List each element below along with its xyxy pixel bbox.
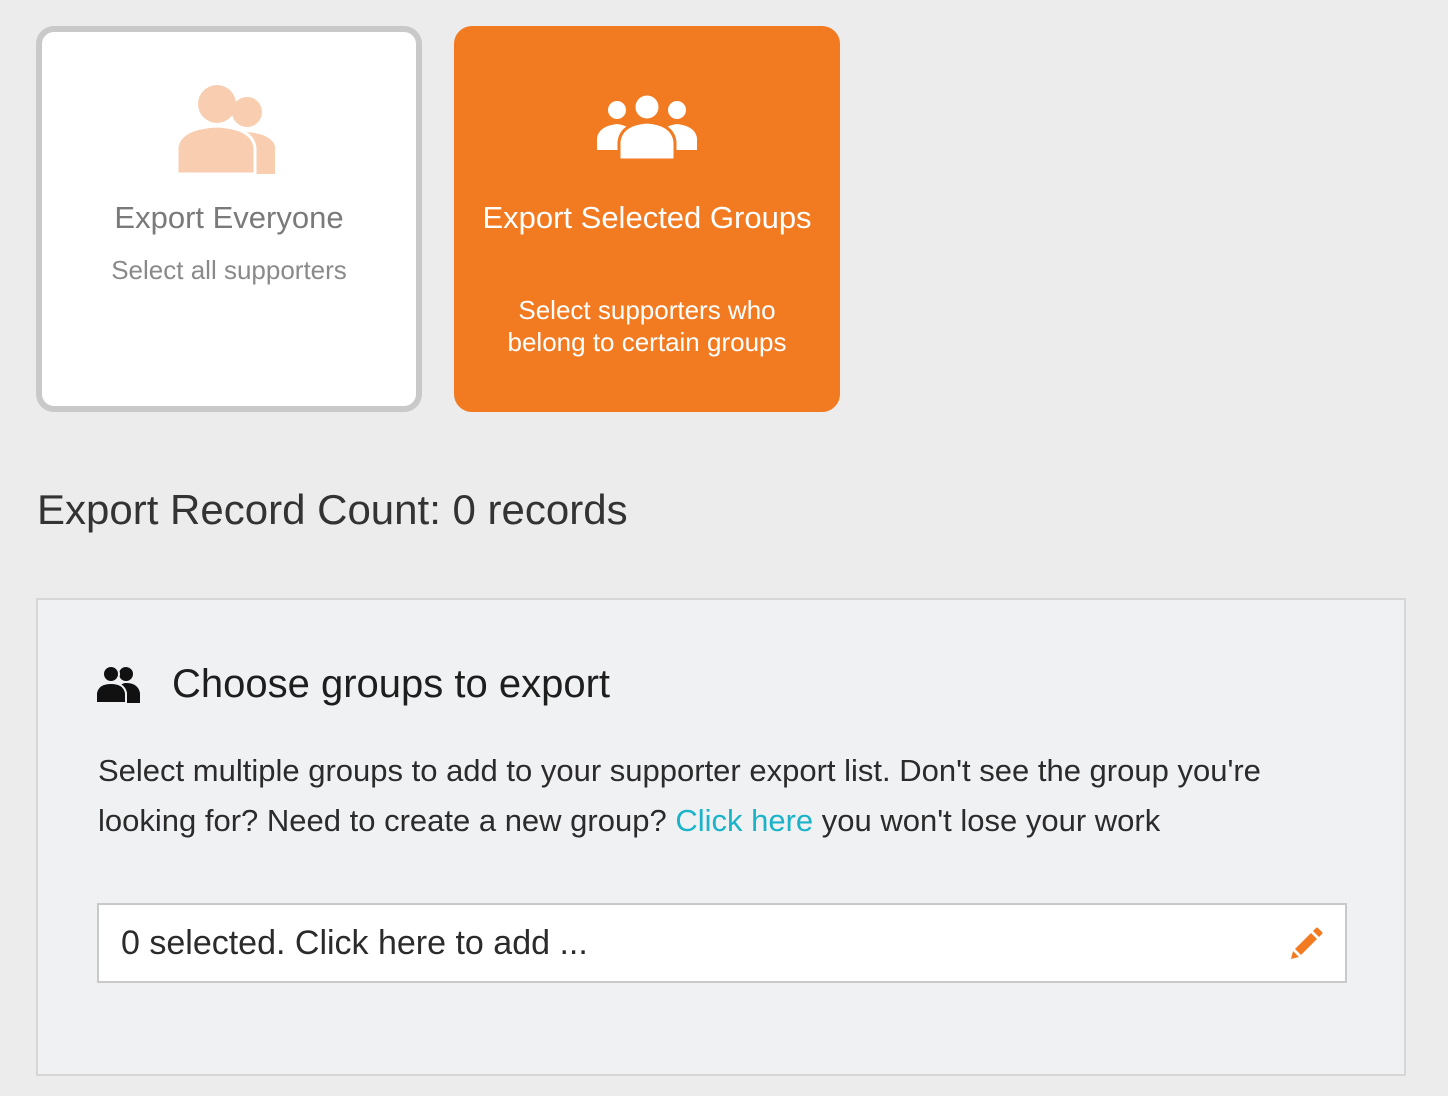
export-record-count: Export Record Count: 0 records [37, 486, 628, 533]
description-text-end: you won't lose your work [821, 803, 1161, 838]
group-icon [597, 94, 697, 160]
export-everyone-card[interactable]: Export Everyone Select all supporters [36, 26, 422, 412]
export-everyone-title: Export Everyone [114, 200, 344, 235]
create-group-link[interactable]: Click here [675, 803, 813, 838]
panel-header: Choose groups to export [96, 662, 610, 707]
panel-title: Choose groups to export [172, 662, 611, 706]
pencil-icon[interactable] [1291, 927, 1323, 959]
users-icon [96, 664, 140, 704]
icon-wrap [460, 94, 834, 160]
group-selector[interactable]: 0 selected. Click here to add ... [97, 903, 1347, 983]
export-selected-groups-card[interactable]: Export Selected Groups Select supporters… [454, 26, 840, 412]
export-selected-groups-subtitle: Select supporters who belong to certain … [507, 295, 787, 357]
choose-groups-panel: Choose groups to export Select multiple … [36, 598, 1406, 1076]
icon-wrap [42, 84, 416, 174]
panel-description: Select multiple groups to add to your su… [98, 746, 1328, 846]
group-selector-text: 0 selected. Click here to add ... [121, 923, 588, 962]
export-everyone-subtitle: Select all supporters [111, 255, 347, 285]
users-icon [177, 85, 275, 174]
export-selected-groups-title: Export Selected Groups [482, 200, 812, 235]
export-options: Export Everyone Select all supporters Ex… [36, 26, 840, 412]
